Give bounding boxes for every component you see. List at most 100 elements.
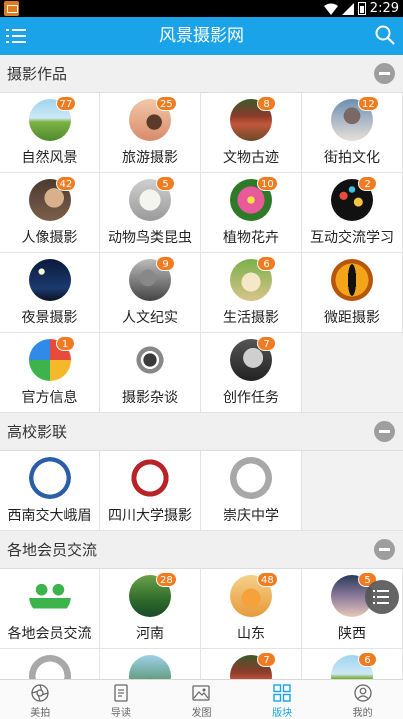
board-item[interactable]: 各地会员交流 xyxy=(0,569,100,649)
tab-label: 美拍 xyxy=(30,708,51,719)
section-title: 各地会员交流 xyxy=(7,541,98,559)
board-thumbnail xyxy=(28,655,71,679)
image-icon xyxy=(192,685,211,701)
board-thumbnail xyxy=(129,655,171,679)
board-name: 山东 xyxy=(237,626,265,642)
tab-label: 版块 xyxy=(272,708,293,719)
board-item[interactable]: 5 动物鸟类昆虫 xyxy=(100,173,201,253)
forum-board-list[interactable]: 摄影作品 77 自然风景 25 旅游摄影 8 文物古迹 12 街拍文化 42 人像摄影 5 动物鸟类昆… xyxy=(0,55,403,679)
battery-icon xyxy=(357,2,366,15)
collapse-icon[interactable] xyxy=(374,63,395,84)
floating-list-button[interactable] xyxy=(365,580,399,614)
unread-count-badge: 1 xyxy=(55,336,75,351)
unread-count-badge: 48 xyxy=(257,572,278,587)
bottom-navigation: 美拍 导读 发图 版块 我的 xyxy=(0,679,403,719)
board-item[interactable] xyxy=(0,649,100,679)
tab-boards[interactable]: 版块 xyxy=(242,680,323,719)
tab-meipai[interactable]: 美拍 xyxy=(0,680,81,719)
unread-count-badge: 42 xyxy=(55,176,77,191)
search-icon[interactable] xyxy=(375,25,395,45)
board-item[interactable]: 四川大学摄影 xyxy=(100,451,201,531)
board-name: 微距摄影 xyxy=(324,310,380,326)
section-header-works[interactable]: 摄影作品 xyxy=(0,55,403,93)
unread-count-badge: 6 xyxy=(358,652,377,667)
tab-post-image[interactable]: 发图 xyxy=(161,680,242,719)
section-header-regions[interactable]: 各地会员交流 xyxy=(0,531,403,569)
board-item[interactable]: 摄影杂谈 xyxy=(100,333,201,413)
app-header: 风景摄影网 xyxy=(0,17,403,55)
empty-cell xyxy=(302,451,403,531)
board-item[interactable]: 25 旅游摄影 xyxy=(100,93,201,173)
page-title: 风景摄影网 xyxy=(159,26,244,46)
board-name: 生活摄影 xyxy=(223,310,279,326)
board-item[interactable]: 1 官方信息 xyxy=(0,333,100,413)
collapse-icon[interactable] xyxy=(374,421,395,442)
board-thumbnail xyxy=(28,575,71,617)
board-item[interactable]: 28 河南 xyxy=(100,569,201,649)
board-item[interactable]: 微距摄影 xyxy=(302,253,403,333)
board-item[interactable]: 6 生活摄影 xyxy=(201,253,302,333)
board-grid-colleges: 西南交大峨眉 四川大学摄影 崇庆中学 xyxy=(0,451,403,531)
board-name: 互动交流学习 xyxy=(310,230,394,246)
unread-count-badge: 10 xyxy=(257,176,278,191)
board-item[interactable]: 8 文物古迹 xyxy=(201,93,302,173)
board-name: 官方信息 xyxy=(21,390,78,406)
section-title: 摄影作品 xyxy=(7,65,68,83)
board-name: 陕西 xyxy=(338,626,366,642)
unread-count-badge: 6 xyxy=(257,256,276,271)
board-name: 自然风景 xyxy=(21,150,78,166)
section-title: 高校影联 xyxy=(7,423,68,441)
board-item[interactable]: 42 人像摄影 xyxy=(0,173,100,253)
board-item[interactable]: 崇庆中学 xyxy=(201,451,302,531)
board-name: 动物鸟类昆虫 xyxy=(108,230,192,246)
status-time: 2:29 xyxy=(369,1,399,16)
board-thumbnail xyxy=(230,457,272,499)
board-name: 文物古迹 xyxy=(223,150,279,166)
board-name: 人像摄影 xyxy=(21,230,78,246)
board-item[interactable]: 9 人文纪实 xyxy=(100,253,201,333)
board-name: 旅游摄影 xyxy=(122,150,178,166)
board-item[interactable]: 77 自然风景 xyxy=(0,93,100,173)
board-item[interactable]: 12 街拍文化 xyxy=(302,93,403,173)
user-icon xyxy=(354,684,372,702)
empty-cell xyxy=(302,333,403,413)
unread-count-badge: 9 xyxy=(156,256,175,271)
section-header-colleges[interactable]: 高校影联 xyxy=(0,413,403,451)
board-thumbnail xyxy=(129,339,171,381)
tab-label: 导读 xyxy=(110,708,131,719)
board-item[interactable] xyxy=(100,649,201,679)
board-item[interactable]: 7 xyxy=(201,649,302,679)
board-grid-works: 77 自然风景 25 旅游摄影 8 文物古迹 12 街拍文化 42 人像摄影 5 动物鸟类昆虫 10 植物… xyxy=(0,93,403,413)
board-item[interactable]: 2 互动交流学习 xyxy=(302,173,403,253)
board-name: 创作任务 xyxy=(223,390,279,406)
board-grid-regions: 各地会员交流 28 河南 48 山东 5 陕西 7 6 xyxy=(0,569,403,679)
board-name: 西南交大峨眉 xyxy=(7,508,92,524)
app-notification-icon xyxy=(4,1,19,16)
unread-count-badge: 77 xyxy=(55,96,77,111)
tab-guide[interactable]: 导读 xyxy=(81,680,162,719)
board-item[interactable]: 48 山东 xyxy=(201,569,302,649)
tab-mine[interactable]: 我的 xyxy=(322,680,403,719)
board-item[interactable]: 7 创作任务 xyxy=(201,333,302,413)
grid-icon xyxy=(273,684,291,702)
aperture-icon xyxy=(31,684,49,702)
board-item[interactable]: 6 xyxy=(302,649,403,679)
unread-count-badge: 12 xyxy=(358,96,379,111)
signal-icon xyxy=(341,2,354,15)
board-name: 夜景摄影 xyxy=(21,310,78,326)
board-item[interactable]: 10 植物花卉 xyxy=(201,173,302,253)
document-icon xyxy=(114,684,128,702)
tab-label: 我的 xyxy=(352,708,373,719)
unread-count-badge: 7 xyxy=(257,652,276,667)
board-item[interactable]: 西南交大峨眉 xyxy=(0,451,100,531)
wifi-icon xyxy=(323,3,338,15)
unread-count-badge: 28 xyxy=(156,572,177,587)
collapse-icon[interactable] xyxy=(374,539,395,560)
status-bar: 2:29 xyxy=(0,0,403,17)
unread-count-badge: 7 xyxy=(257,336,276,351)
board-thumbnail xyxy=(28,457,71,499)
unread-count-badge: 25 xyxy=(156,96,177,111)
board-thumbnail xyxy=(331,259,373,301)
board-name: 植物花卉 xyxy=(223,230,279,246)
board-item[interactable]: 夜景摄影 xyxy=(0,253,100,333)
